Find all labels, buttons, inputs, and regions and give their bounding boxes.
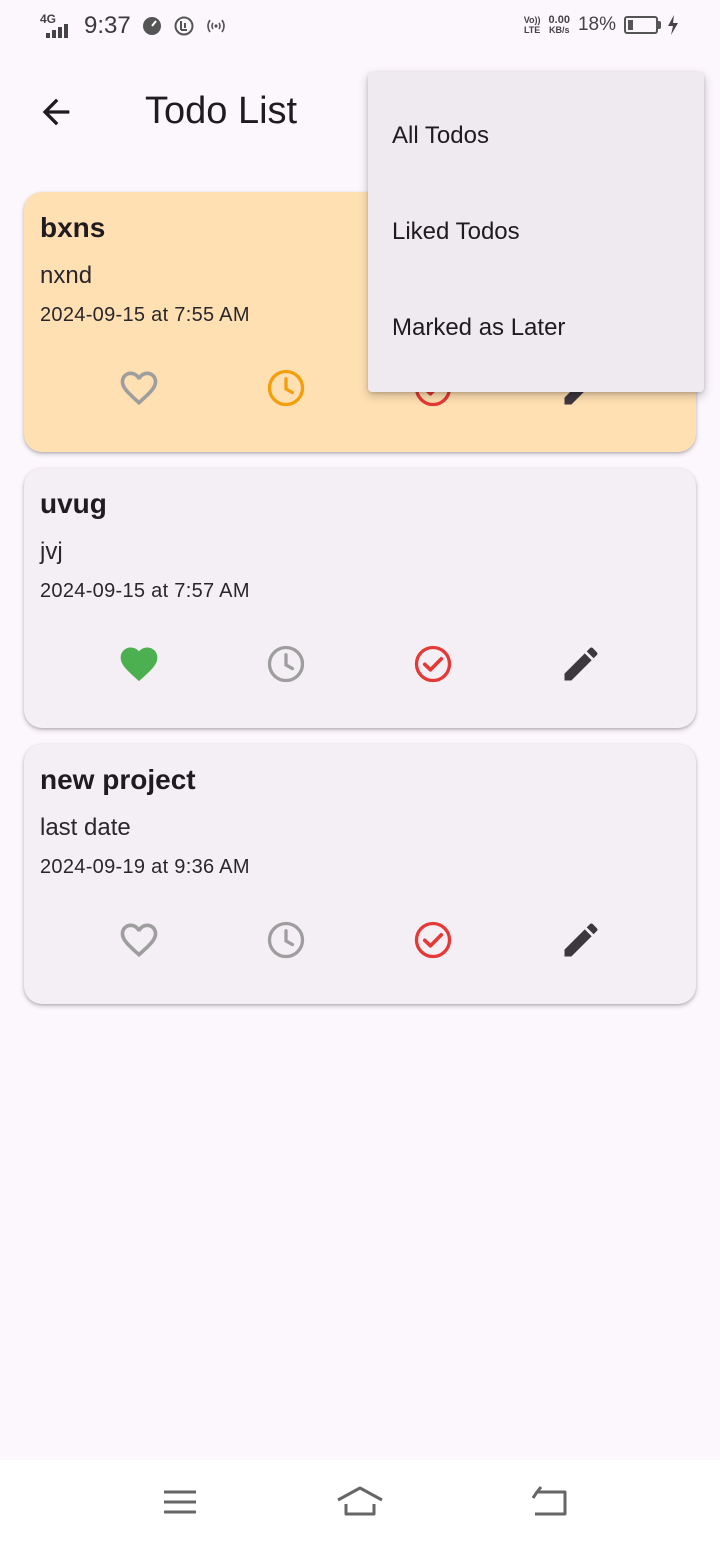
todo-title: new project [40, 764, 196, 795]
back-button[interactable] [36, 92, 76, 132]
todo-description: last date [40, 814, 131, 841]
battery-percent: 18% [577, 14, 616, 35]
todo-datetime: 2024-09-15 at 7:55 AM [40, 304, 250, 326]
clock-icon [267, 369, 305, 407]
clock-icon [267, 921, 305, 959]
done-button[interactable] [409, 916, 457, 964]
menu-item-all-todos[interactable]: All Todos [368, 88, 704, 184]
home-button[interactable] [334, 1478, 386, 1526]
heart-icon [120, 923, 158, 958]
todo-card[interactable]: uvug jvj 2024-09-15 at 7:57 AM [24, 468, 696, 728]
like-button[interactable] [115, 916, 163, 964]
menu-item-marked-later[interactable]: Marked as Later [368, 280, 704, 376]
recents-button[interactable] [154, 1478, 206, 1526]
todo-actions [24, 916, 696, 964]
todo-actions [24, 640, 696, 688]
back-arrow-icon [42, 98, 70, 126]
later-button[interactable] [262, 640, 310, 688]
done-button[interactable] [409, 640, 457, 688]
back-nav-button[interactable] [523, 1478, 575, 1526]
status-bar: 4G 9:37 Vo)) LTE 0.00 KB/s 18% [0, 0, 720, 56]
later-button[interactable] [262, 916, 310, 964]
menu-item-liked-todos[interactable]: Liked Todos [368, 184, 704, 280]
todo-datetime: 2024-09-19 at 9:36 AM [40, 856, 250, 878]
heart-icon [120, 371, 158, 406]
todo-description: nxnd [40, 262, 93, 289]
speed-icon [174, 16, 194, 36]
like-button[interactable] [115, 640, 163, 688]
volte-indicator: Vo)) LTE [523, 15, 541, 35]
battery-icon [624, 16, 661, 34]
heart-icon [120, 647, 158, 682]
charging-icon [668, 15, 678, 35]
todo-datetime: 2024-09-15 at 7:57 AM [40, 580, 250, 602]
like-button[interactable] [115, 364, 163, 412]
todo-description: jvj [40, 538, 63, 565]
status-bar-left: 4G 9:37 [40, 12, 227, 40]
pencil-icon [564, 923, 598, 957]
hotspot-icon [206, 19, 225, 33]
status-bar-right: Vo)) LTE 0.00 KB/s 18% [524, 14, 680, 36]
pencil-icon [564, 647, 598, 681]
clock-icon [267, 645, 305, 683]
return-icon [531, 1486, 567, 1516]
edit-button[interactable] [557, 916, 605, 964]
check-circle-icon [414, 645, 452, 683]
network-speed: 0.00 KB/s [548, 14, 570, 36]
todo-title: uvug [40, 488, 107, 519]
todo-title: bxns [40, 212, 106, 243]
check-circle-icon [414, 921, 452, 959]
system-nav-bar [0, 1460, 720, 1544]
data-saver-icon [142, 17, 161, 35]
menu-icon [164, 1490, 196, 1514]
status-time: 9:37 [84, 12, 131, 39]
todo-card[interactable]: new project last date 2024-09-19 at 9:36… [24, 744, 696, 1004]
edit-button[interactable] [557, 640, 605, 688]
filter-menu: All Todos Liked Todos Marked as Later [368, 72, 704, 392]
page-title: Todo List [145, 90, 298, 132]
signal-icon: 4G [40, 12, 74, 40]
later-button[interactable] [262, 364, 310, 412]
home-icon [337, 1486, 383, 1516]
